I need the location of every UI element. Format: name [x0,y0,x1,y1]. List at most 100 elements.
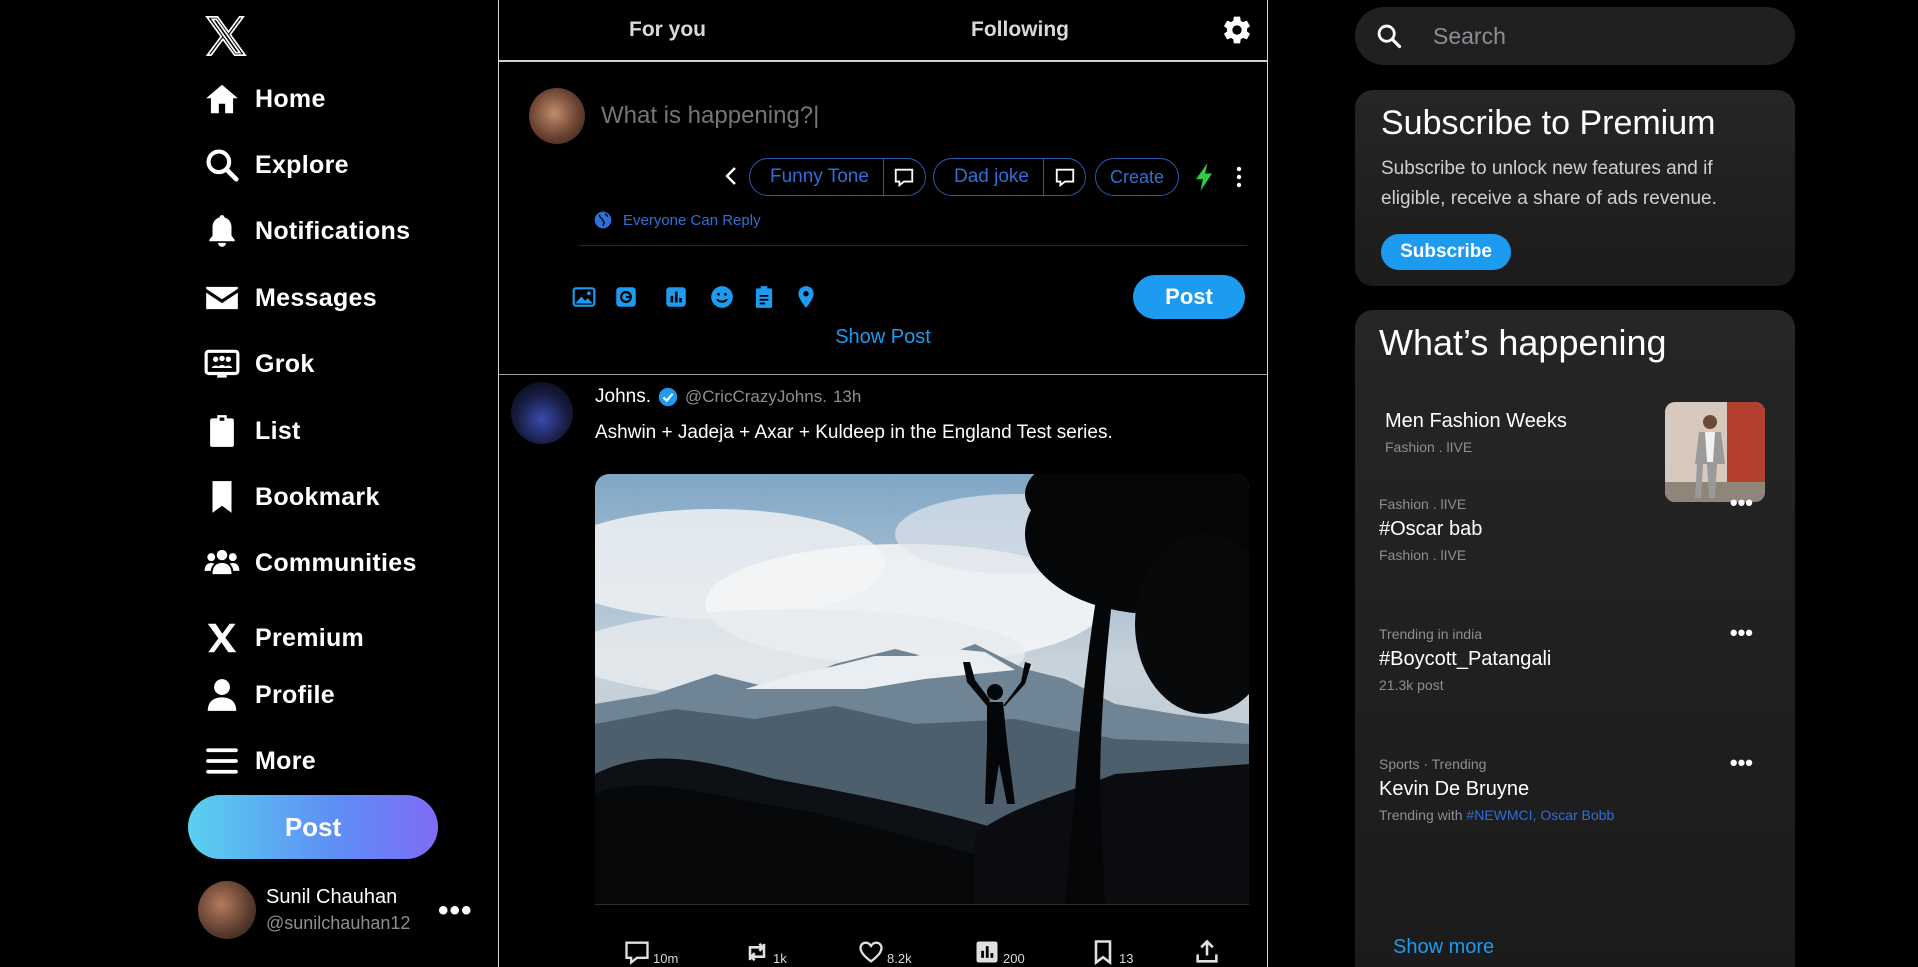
gear-icon[interactable] [1221,14,1253,46]
tweet-image[interactable] [595,474,1249,904]
bookmark-icon [212,481,232,513]
show-more-link[interactable]: Show more [1393,936,1494,959]
trend-category: Sports · Trending [1379,756,1487,772]
vertical-dots-icon[interactable] [1235,166,1243,188]
comment-icon[interactable] [1043,159,1085,195]
reply-action[interactable]: 10m [623,938,678,966]
main-timeline: For you Following Funny Tone Dad joke Cr… [498,0,1268,967]
tweet-author-name[interactable]: Johns. [595,386,651,408]
nav-list[interactable]: List [203,412,301,450]
nav-bookmark-label: Bookmark [255,482,380,511]
dad-joke-label: Dad joke [954,166,1029,187]
dad-joke-chip[interactable]: Dad joke [933,158,1086,196]
home-icon [206,84,238,114]
location-icon[interactable] [793,284,819,310]
funny-tone-chip[interactable]: Funny Tone [749,158,926,196]
trend-name: #Oscar bab [1379,518,1483,540]
timeline-tabs: For you Following [499,0,1267,62]
nav-profile[interactable]: Profile [203,676,335,714]
left-sidebar: Home Explore Notifications Messages Grok… [0,0,498,967]
account-name: Sunil Chauhan [266,886,398,908]
tab-for-you[interactable]: For you [629,18,706,42]
account-switcher[interactable]: Sunil Chauhan @sunilchauhan12 ••• [198,880,478,940]
comment-icon[interactable] [882,159,925,195]
tweet[interactable]: Johns. @CricCrazyJohns. 13h Ashwin + Jad… [499,376,1267,967]
repost-icon [748,942,766,962]
trend-link[interactable]: Oscar Bobb [1540,807,1614,823]
tab-following[interactable]: Following [971,18,1069,42]
views-count: 200 [1003,951,1025,966]
nav-grok-label: Grok [255,349,315,378]
grok-icon [204,349,240,378]
views-action[interactable]: 200 [973,938,1025,966]
search-bar[interactable] [1355,7,1795,65]
nav-profile-label: Profile [255,680,335,709]
share-icon [1196,939,1218,963]
nav-home[interactable]: Home [203,80,326,118]
trends-title: What’s happening [1379,322,1667,363]
schedule-icon[interactable] [751,284,777,310]
trend-category: Fashion . lIVE [1379,496,1467,512]
views-chart-icon [976,941,998,963]
person-icon [207,679,237,711]
nav-premium-label: Premium [255,623,365,652]
chevron-left-icon[interactable] [721,162,741,190]
trend-item[interactable]: Fashion . lIVE #Oscar bab Fashion . lIVE… [1379,490,1769,563]
premium-description: Subscribe to unlock new features and if … [1381,158,1717,209]
like-action[interactable]: 8.2k [857,938,912,966]
poll-icon[interactable] [663,284,689,310]
reply-setting[interactable]: Everyone Can Reply [593,210,761,230]
gif-icon[interactable] [613,284,639,310]
repost-action[interactable]: 1k [743,938,787,966]
trend-thumbnail[interactable] [1665,402,1765,502]
premium-card: Subscribe to Premium Subscribe to unlock… [1355,90,1795,286]
trend-name: Kevin De Bruyne [1379,778,1530,800]
tweet-text: Ashwin + Jadeja + Axar + Kuldeep in the … [595,422,1113,443]
post-button[interactable]: Post [188,795,438,859]
bell-icon [209,215,235,247]
trend-item[interactable]: Sports · Trending Kevin De Bruyne Trendi… [1379,750,1769,823]
nav-communities[interactable]: Communities [203,544,417,582]
tweet-avatar[interactable] [511,382,573,444]
image-icon[interactable] [571,284,597,310]
nav-bookmark[interactable]: Bookmark [203,478,380,516]
trend-meta: Fashion . lIVE [1379,547,1467,563]
search-icon [1377,24,1402,49]
tweet-time: 13h [832,387,862,406]
verified-badge-icon [658,387,678,407]
avatar [198,881,256,939]
x-logo-icon[interactable] [203,12,249,60]
more-dots-icon[interactable]: ••• [1730,750,1753,776]
trend-link[interactable]: #NEWMCI [1466,807,1532,823]
nav-grok[interactable]: Grok [203,345,315,383]
create-chip[interactable]: Create [1095,158,1180,196]
emoji-icon[interactable] [709,284,735,310]
more-dots-icon[interactable]: ••• [1730,490,1753,516]
globe-icon [594,211,612,229]
nav-more[interactable]: More [203,742,316,780]
nav-notifications[interactable]: Notifications [203,212,410,250]
bookmark-action[interactable]: 13 [1089,938,1133,966]
more-dots-icon[interactable]: ••• [438,894,473,928]
reply-count: 10m [653,951,679,966]
trend-item[interactable]: Trending in india #Boycott_Patangali 21.… [1379,620,1769,693]
trend-name: #Boycott_Patangali [1379,648,1552,670]
nav-premium[interactable]: Premium [203,619,364,657]
compose-post-button[interactable]: Post [1133,275,1245,319]
post-composer: Funny Tone Dad joke Create Everyone Can … [499,62,1267,375]
nav-home-label: Home [255,84,326,113]
subscribe-button[interactable]: Subscribe [1381,234,1511,270]
trend-meta: Trending with #NEWMCI, Oscar Bobb [1379,807,1769,823]
search-icon [206,149,239,182]
reply-setting-label: Everyone Can Reply [623,211,761,229]
tweet-handle[interactable]: @CricCrazyJohns. [685,387,827,407]
lightning-icon[interactable] [1191,162,1217,192]
search-input[interactable] [1433,22,1773,50]
share-action[interactable] [1193,938,1221,966]
tweet-divider [595,904,1249,905]
nav-messages[interactable]: Messages [203,279,377,317]
show-post-link[interactable]: Show Post [499,326,1267,349]
nav-explore[interactable]: Explore [203,146,349,184]
compose-input[interactable] [601,98,1201,134]
more-dots-icon[interactable]: ••• [1730,620,1753,646]
